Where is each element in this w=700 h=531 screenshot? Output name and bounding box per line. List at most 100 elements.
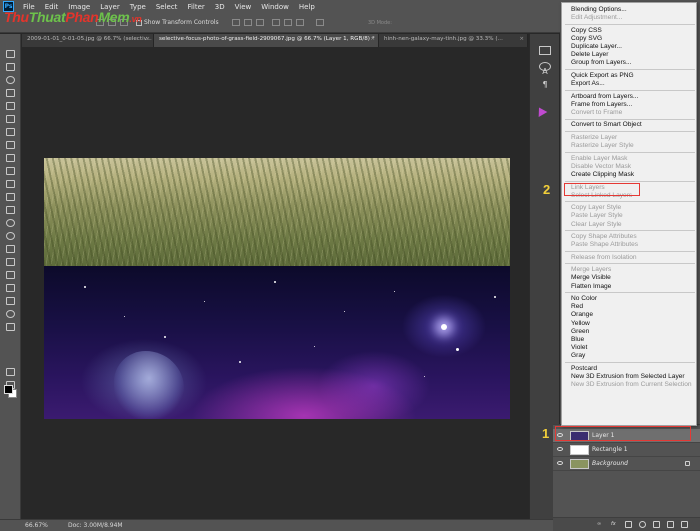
crop-tool-icon[interactable] xyxy=(6,102,15,110)
star xyxy=(239,361,241,363)
layer-context-menu: Blending Options... Edit Adjustment... Cop… xyxy=(561,2,697,426)
layer-row-background[interactable]: Background xyxy=(553,457,700,471)
brush-tool-icon[interactable] xyxy=(6,154,15,162)
distribute-icon[interactable] xyxy=(272,19,280,26)
menu-item-delete-layer[interactable]: Delete Layer xyxy=(571,51,695,59)
menu-separator xyxy=(565,292,695,294)
menu-item-flatten-image[interactable]: Flatten Image xyxy=(571,283,695,291)
fx-icon[interactable]: fx xyxy=(611,521,618,528)
menu-item-release-from-isolation: Release from Isolation xyxy=(571,253,637,261)
frame-tool-icon[interactable] xyxy=(6,115,15,123)
tab-document-2[interactable]: selective-focus-photo-of-grass-field-290… xyxy=(154,34,379,47)
gradient-tool-icon[interactable] xyxy=(6,206,15,214)
trash-icon[interactable] xyxy=(681,521,688,528)
eye-icon[interactable] xyxy=(557,447,563,451)
menu-item-orange[interactable]: Orange xyxy=(571,311,695,319)
menu-item-frame-from-layers[interactable]: Frame from Layers... xyxy=(571,101,695,109)
watermark-part: .vn xyxy=(129,14,142,24)
menu-item-group-from-layers[interactable]: Group from Layers... xyxy=(571,59,695,67)
add-mask-icon[interactable] xyxy=(625,521,632,528)
marquee-tool-icon[interactable] xyxy=(6,63,15,71)
canvas-area[interactable] xyxy=(22,47,528,519)
hand-tool-icon[interactable] xyxy=(6,297,15,305)
menu-item-yellow[interactable]: Yellow xyxy=(571,320,695,328)
blur-tool-icon[interactable] xyxy=(6,219,15,227)
distribute-icon[interactable] xyxy=(284,19,292,26)
menu-item-quick-export-as-png[interactable]: Quick Export as PNG xyxy=(571,72,695,80)
menu-separator xyxy=(565,68,695,70)
layer-row-rectangle-1[interactable]: Rectangle 1 xyxy=(553,443,700,457)
clone-stamp-tool-icon[interactable] xyxy=(6,167,15,175)
menu-window[interactable]: Window xyxy=(256,3,294,11)
healing-brush-tool-icon[interactable] xyxy=(6,141,15,149)
zoom-tool-icon[interactable] xyxy=(6,310,15,318)
menu-item-violet[interactable]: Violet xyxy=(571,344,695,352)
eye-icon[interactable] xyxy=(557,461,563,465)
distribute-icon[interactable] xyxy=(232,19,240,26)
eyedropper-tool-icon[interactable] xyxy=(6,128,15,136)
menu-item-convert-to-smart-object[interactable]: Convert to Smart Object xyxy=(571,121,695,129)
lock-icon[interactable] xyxy=(685,461,690,466)
quick-select-tool-icon[interactable] xyxy=(6,89,15,97)
folder-icon[interactable] xyxy=(653,521,660,528)
type-icon[interactable]: A xyxy=(539,67,551,77)
watermark-logo: ThuThuatPhanMem.vn xyxy=(4,9,142,25)
new-layer-icon[interactable] xyxy=(667,521,674,528)
close-icon[interactable]: × xyxy=(145,36,150,42)
step-number-2: 2 xyxy=(543,182,551,197)
menu-filter[interactable]: Filter xyxy=(182,3,209,11)
type-tool-icon[interactable] xyxy=(6,258,15,266)
show-transform-controls[interactable]: Show Transform Controls xyxy=(136,19,219,26)
dodge-tool-icon[interactable] xyxy=(6,232,15,240)
menu-item-duplicate-layer[interactable]: Duplicate Layer... xyxy=(571,43,695,51)
adjustment-layer-icon[interactable] xyxy=(639,521,646,528)
tools-panel xyxy=(0,34,21,519)
menu-item-blue[interactable]: Blue xyxy=(571,336,695,344)
foreground-color-swatch[interactable] xyxy=(4,385,13,394)
close-icon[interactable]: × xyxy=(519,36,524,42)
distribute-icon[interactable] xyxy=(296,19,304,26)
quick-mask-icon[interactable] xyxy=(6,368,15,376)
star xyxy=(124,316,125,317)
menu-3d[interactable]: 3D xyxy=(210,3,230,11)
distribute-icon[interactable] xyxy=(256,19,264,26)
tab-document-1[interactable]: 2009-01-01_0-01-05.jpg @ 66.7% (selectiv… xyxy=(22,34,154,47)
more-tools-icon[interactable] xyxy=(6,323,15,331)
menu-item-create-clipping-mask[interactable]: Create Clipping Mask xyxy=(571,171,695,179)
menu-item-copy-css[interactable]: Copy CSS xyxy=(571,27,695,35)
path-selection-tool-icon[interactable] xyxy=(6,271,15,279)
menu-item-disable-vector-mask: Disable Vector Mask xyxy=(571,162,632,170)
menu-separator xyxy=(565,180,695,182)
menu-item-red[interactable]: Red xyxy=(571,303,695,311)
paragraph-icon[interactable]: ¶ xyxy=(539,80,551,90)
menu-item-rasterize-layer-style: Rasterize Layer Style xyxy=(571,142,634,150)
close-icon[interactable]: × xyxy=(370,36,375,42)
more-options-icon[interactable] xyxy=(316,19,324,26)
tab-document-3[interactable]: hinh-nen-galaxy-may-tinh.jpg @ 33.3% (..… xyxy=(379,34,528,47)
lasso-tool-icon[interactable] xyxy=(6,76,15,84)
menu-separator xyxy=(565,201,695,203)
menu-item-export-as[interactable]: Export As... xyxy=(571,80,695,88)
menu-item-gray[interactable]: Gray xyxy=(571,352,695,360)
distribute-icon[interactable] xyxy=(244,19,252,26)
history-brush-tool-icon[interactable] xyxy=(6,180,15,188)
menu-help[interactable]: Help xyxy=(294,3,320,11)
menu-item-copy-svg[interactable]: Copy SVG xyxy=(571,35,695,43)
menu-item-postcard[interactable]: Postcard xyxy=(571,365,695,373)
rectangle-tool-icon[interactable] xyxy=(6,284,15,292)
menu-select[interactable]: Select xyxy=(151,3,183,11)
zoom-level[interactable]: 66.67% xyxy=(25,522,48,529)
menu-item-no-color[interactable]: No Color xyxy=(571,295,695,303)
menu-item-green[interactable]: Green xyxy=(571,328,695,336)
pen-tool-icon[interactable] xyxy=(6,245,15,253)
properties-icon[interactable] xyxy=(539,46,551,55)
menu-item-blending-options[interactable]: Blending Options... xyxy=(571,6,695,14)
move-tool-icon[interactable] xyxy=(6,50,15,58)
menu-item-new-3d-extrusion-from-selected-layer[interactable]: New 3D Extrusion from Selected Layer xyxy=(571,373,695,381)
star xyxy=(164,336,166,338)
link-icon[interactable]: ∞ xyxy=(597,521,604,528)
menu-item-artboard-from-layers[interactable]: Artboard from Layers... xyxy=(571,93,695,101)
menu-view[interactable]: View xyxy=(230,3,257,11)
eraser-tool-icon[interactable] xyxy=(6,193,15,201)
menu-item-merge-visible[interactable]: Merge Visible xyxy=(571,274,695,282)
